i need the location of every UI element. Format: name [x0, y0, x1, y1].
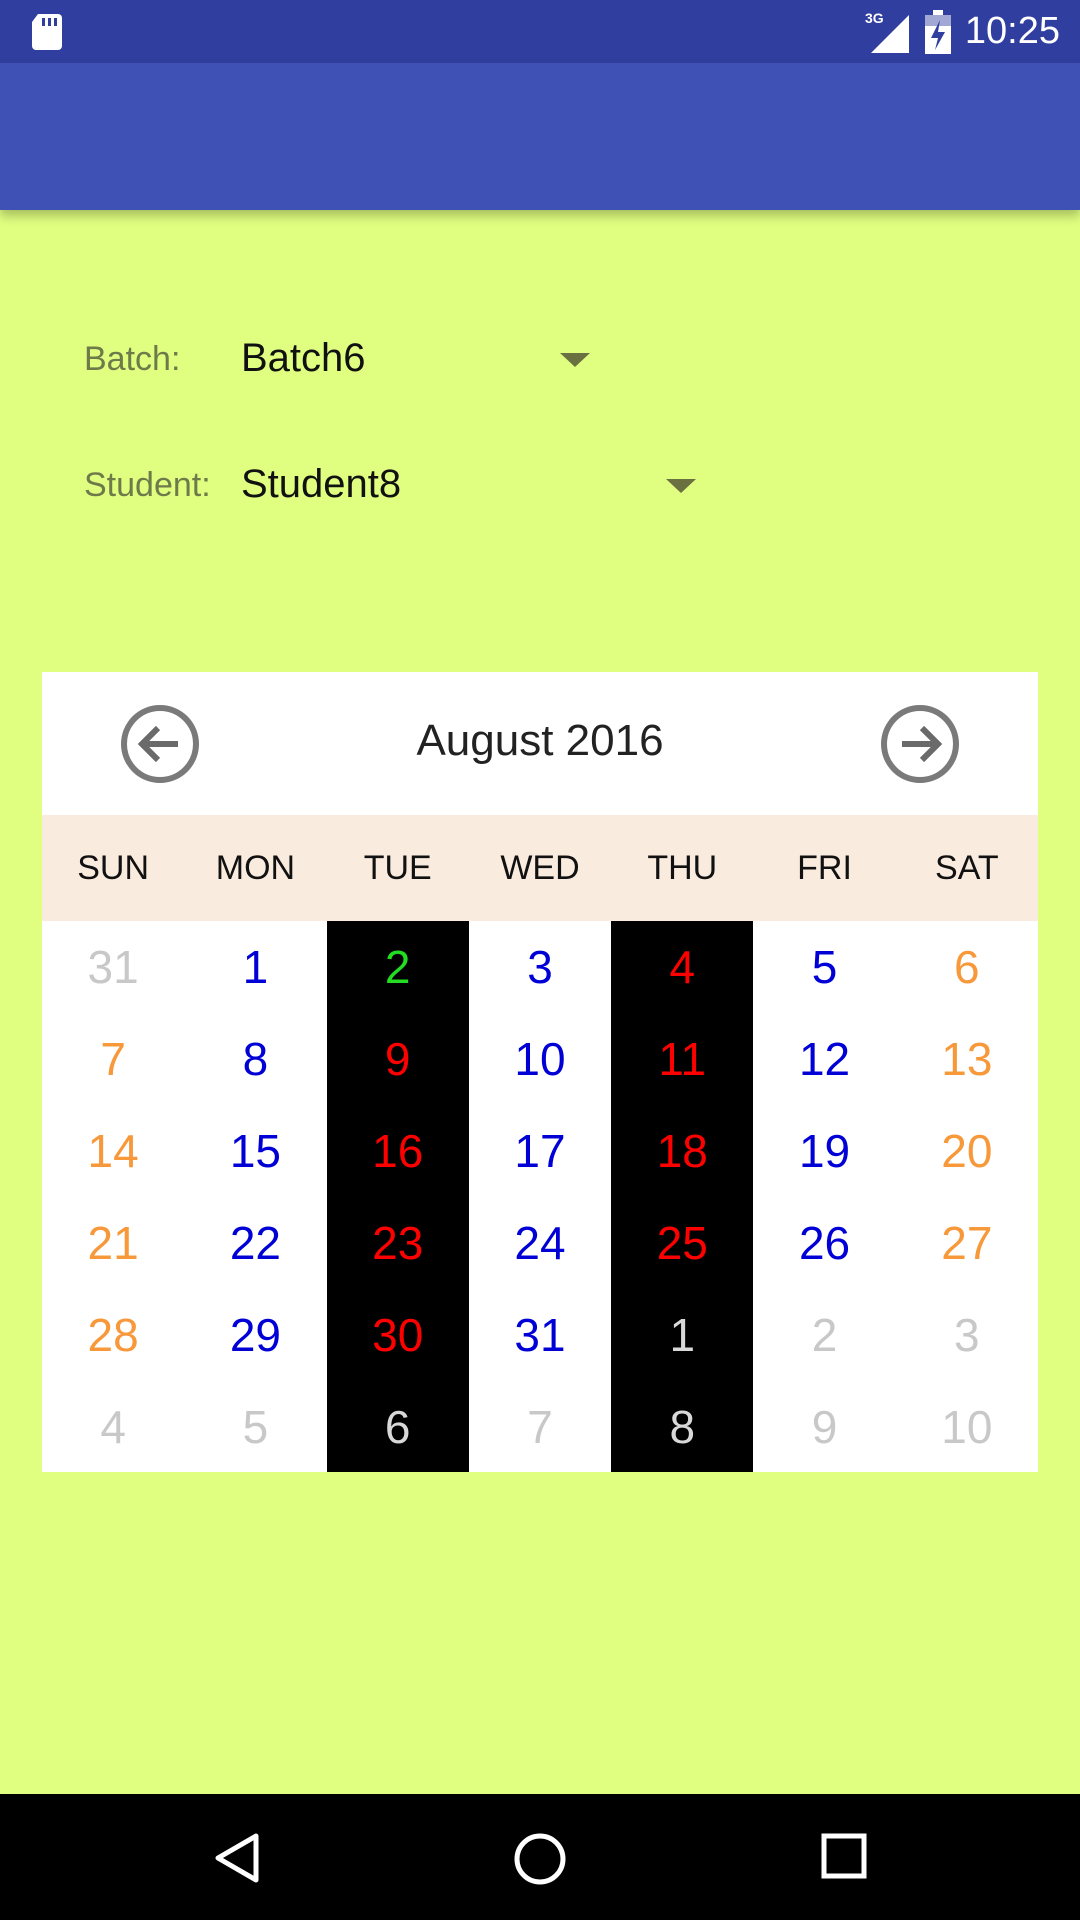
weekday-wed: WED — [500, 849, 580, 887]
day-cell[interactable]: 2 — [753, 1289, 895, 1381]
day-cell[interactable]: 2 — [327, 921, 469, 1013]
day-cell[interactable]: 17 — [469, 1105, 611, 1197]
weekday-sat: SAT — [935, 849, 999, 887]
day-cell[interactable]: 8 — [184, 1013, 326, 1105]
batch-value: Batch6 — [241, 336, 366, 380]
day-cell[interactable]: 7 — [42, 1013, 184, 1105]
day-cell[interactable]: 6 — [896, 921, 1038, 1013]
status-bar: 3G 10:25 — [0, 0, 1080, 63]
day-cell[interactable]: 28 — [42, 1289, 184, 1381]
dropdown-arrow-icon — [666, 479, 696, 493]
day-cell[interactable]: 1 — [611, 1289, 753, 1381]
batch-label: Batch: — [84, 340, 181, 378]
day-cell[interactable]: 20 — [896, 1105, 1038, 1197]
network-type: 3G — [865, 10, 884, 26]
calendar: August 2016 SUN MON TUE WED THU FRI SAT 31 1 2 3 4… — [42, 672, 1038, 1472]
day-cell[interactable]: 22 — [184, 1197, 326, 1289]
day-cell[interactable]: 29 — [184, 1289, 326, 1381]
home-circle-icon[interactable] — [513, 1832, 567, 1886]
day-cell[interactable]: 31 — [469, 1289, 611, 1381]
weekday-tue: TUE — [363, 849, 432, 887]
day-cell[interactable]: 13 — [896, 1013, 1038, 1105]
day-cell[interactable]: 5 — [184, 1381, 326, 1473]
navigation-bar — [0, 1794, 1080, 1920]
day-cell[interactable]: 7 — [469, 1381, 611, 1473]
day-cell[interactable]: 6 — [327, 1381, 469, 1473]
day-cell[interactable]: 26 — [753, 1197, 895, 1289]
dropdown-arrow-icon — [560, 353, 590, 367]
weekday-thu: THU — [647, 849, 718, 887]
day-cell[interactable]: 24 — [469, 1197, 611, 1289]
batch-spinner[interactable]: Batch6 — [230, 322, 600, 396]
day-cell[interactable]: 15 — [184, 1105, 326, 1197]
day-cell[interactable]: 9 — [753, 1381, 895, 1473]
weekday-sun: SUN — [77, 849, 150, 887]
day-cell[interactable]: 8 — [611, 1381, 753, 1473]
day-cell[interactable]: 3 — [469, 921, 611, 1013]
arrow-right-circle-icon — [881, 705, 959, 783]
app-bar — [0, 63, 1080, 210]
weekday-fri: FRI — [797, 849, 852, 887]
student-label: Student: — [84, 466, 211, 504]
day-cell[interactable]: 25 — [611, 1197, 753, 1289]
day-cell[interactable]: 10 — [896, 1381, 1038, 1473]
weekday-mon: MON — [215, 849, 296, 887]
recents-square-icon[interactable] — [820, 1832, 868, 1880]
day-cell[interactable]: 14 — [42, 1105, 184, 1197]
day-cell[interactable]: 5 — [753, 921, 895, 1013]
day-cell[interactable]: 16 — [327, 1105, 469, 1197]
day-cell[interactable]: 4 — [611, 921, 753, 1013]
day-grid: 31 1 2 3 4 5 6 7 8 9 10 11 12 13 14 15 16 17 18 19 20 21 22 23 2… — [42, 921, 1038, 1472]
day-cell[interactable]: 23 — [327, 1197, 469, 1289]
battery-icon — [924, 9, 951, 54]
day-cell[interactable]: 31 — [42, 921, 184, 1013]
day-cell[interactable]: 3 — [896, 1289, 1038, 1381]
day-cell[interactable]: 1 — [184, 921, 326, 1013]
sd-card-icon — [32, 14, 62, 50]
next-month-button[interactable] — [880, 704, 960, 784]
student-spinner[interactable]: Student8 — [230, 448, 706, 522]
day-cell[interactable]: 9 — [327, 1013, 469, 1105]
day-cell[interactable]: 30 — [327, 1289, 469, 1381]
day-cell[interactable]: 27 — [896, 1197, 1038, 1289]
day-cell[interactable]: 21 — [42, 1197, 184, 1289]
back-triangle-icon[interactable] — [212, 1832, 262, 1884]
student-value: Student8 — [241, 462, 402, 506]
day-cell[interactable]: 11 — [611, 1013, 753, 1105]
day-cell[interactable]: 12 — [753, 1013, 895, 1105]
day-cell[interactable]: 18 — [611, 1105, 753, 1197]
calendar-header: August 2016 — [42, 672, 1038, 815]
signal-icon: 3G — [865, 10, 909, 53]
day-cell[interactable]: 4 — [42, 1381, 184, 1473]
status-time: 10:25 — [964, 10, 1060, 52]
status-icons: 3G 10:25 — [865, 0, 1060, 63]
weekday-header: SUN MON TUE WED THU FRI SAT — [42, 815, 1038, 921]
day-cell[interactable]: 10 — [469, 1013, 611, 1105]
day-cell[interactable]: 19 — [753, 1105, 895, 1197]
